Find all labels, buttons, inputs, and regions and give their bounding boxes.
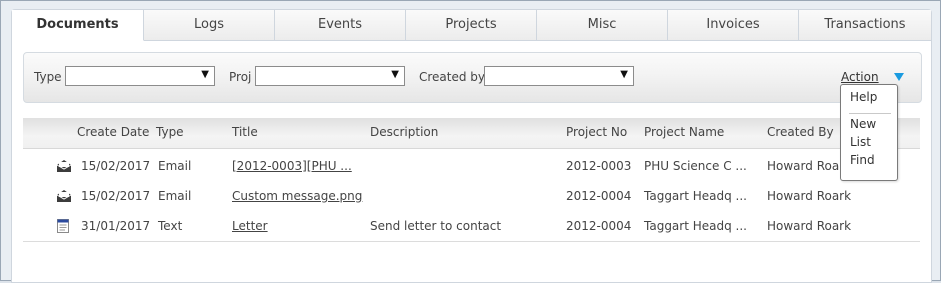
- action-dropdown-menu: Help New List Find: [840, 84, 898, 181]
- tab-transactions[interactable]: Transactions: [799, 10, 931, 41]
- table-row[interactable]: 15/02/2017 Email Custom message.png 2012…: [23, 181, 920, 212]
- tab-logs[interactable]: Logs: [144, 10, 275, 41]
- table-row[interactable]: 31/01/2017 Text Letter Send letter to co…: [23, 211, 920, 242]
- column-header-project-no[interactable]: Project No: [566, 125, 627, 139]
- cell-project-no: 2012-0004: [566, 219, 632, 233]
- cell-create-date: 15/02/2017: [81, 189, 151, 203]
- proj-select[interactable]: ▼: [255, 66, 405, 86]
- email-icon: [56, 160, 72, 172]
- type-select[interactable]: ▼: [65, 66, 215, 86]
- column-header-description[interactable]: Description: [370, 125, 438, 139]
- dropdown-arrow-icon: ▼: [391, 69, 399, 80]
- column-header-project-name[interactable]: Project Name: [644, 125, 724, 139]
- main-panel: Documents Logs Events Projects Misc Invo…: [11, 9, 932, 283]
- cell-title-link[interactable]: Letter: [232, 219, 268, 233]
- dropdown-arrow-icon: ▼: [201, 69, 209, 80]
- menu-item-list[interactable]: List: [850, 135, 871, 149]
- cell-created-by: Howard Roark: [767, 219, 852, 233]
- menu-item-new[interactable]: New: [850, 117, 876, 131]
- table-header: Create Date Type Title Description Proje…: [23, 118, 920, 149]
- tab-misc[interactable]: Misc: [537, 10, 668, 41]
- cell-project-no: 2012-0004: [566, 189, 632, 203]
- menu-separator: [849, 113, 891, 114]
- cell-type: Text: [158, 219, 183, 233]
- column-header-create-date[interactable]: Create Date: [77, 125, 149, 139]
- dropdown-arrow-icon: ▼: [620, 69, 628, 80]
- tab-projects[interactable]: Projects: [406, 10, 537, 41]
- cell-project-no: 2012-0003: [566, 159, 632, 173]
- menu-item-help[interactable]: Help: [850, 90, 877, 104]
- cell-project-name: Taggart Headq ...: [644, 219, 747, 233]
- tab-events[interactable]: Events: [275, 10, 406, 41]
- cell-create-date: 15/02/2017: [81, 159, 151, 173]
- window-frame: Documents Logs Events Projects Misc Invo…: [0, 0, 941, 283]
- filter-bar: Type ▼ Proj ▼ Created by ▼ Action: [23, 52, 922, 103]
- column-header-created-by[interactable]: Created By: [767, 125, 834, 139]
- cell-project-name: PHU Science C ...: [644, 159, 747, 173]
- column-header-title[interactable]: Title: [232, 125, 258, 139]
- type-filter-label: Type: [34, 70, 62, 84]
- menu-item-find[interactable]: Find: [850, 153, 875, 167]
- tab-invoices[interactable]: Invoices: [668, 10, 799, 41]
- email-icon: [56, 190, 72, 202]
- tab-bar: Documents Logs Events Projects Misc Invo…: [12, 10, 931, 42]
- created-by-select[interactable]: ▼: [484, 66, 634, 86]
- cell-type: Email: [158, 189, 192, 203]
- table-row[interactable]: 15/02/2017 Email [2012-0003][PHU ... 201…: [23, 151, 920, 182]
- cell-project-name: Taggart Headq ...: [644, 189, 747, 203]
- action-menu-button[interactable]: Action: [841, 70, 879, 84]
- cell-type: Email: [158, 159, 192, 173]
- cell-create-date: 31/01/2017: [81, 219, 151, 233]
- text-document-icon: [57, 219, 69, 233]
- created-by-filter-label: Created by: [419, 70, 486, 84]
- cell-created-by: Howard Roark: [767, 159, 852, 173]
- proj-filter-label: Proj: [229, 70, 252, 84]
- cell-title-link[interactable]: Custom message.png: [232, 189, 362, 203]
- triangle-down-icon[interactable]: [894, 73, 904, 81]
- cell-description: Send letter to contact: [370, 219, 502, 233]
- column-header-type[interactable]: Type: [156, 125, 184, 139]
- tab-documents[interactable]: Documents: [12, 10, 144, 41]
- cell-created-by: Howard Roark: [767, 189, 852, 203]
- cell-title-link[interactable]: [2012-0003][PHU ...: [232, 159, 352, 173]
